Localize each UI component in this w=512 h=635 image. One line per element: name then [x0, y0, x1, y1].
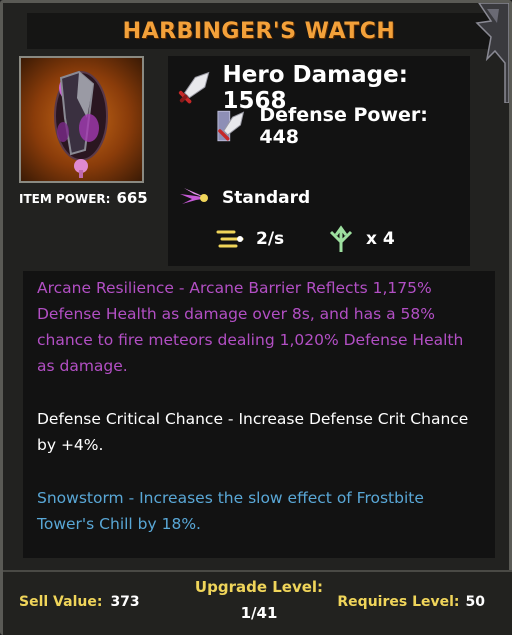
attack-speed-text: 2/s	[256, 229, 285, 249]
snowstorm-text: Snowstorm - Increases the slow effect of…	[37, 489, 424, 533]
attack-speed-icon	[216, 230, 244, 248]
upgrade-level: Upgrade Level: 1/41	[183, 578, 335, 622]
sell-value-label: Sell Value:	[19, 594, 103, 610]
defense-sword-icon	[217, 110, 245, 142]
sword-icon	[178, 71, 210, 104]
multishot-icon	[329, 225, 353, 252]
upgrade-level-value: 1/41	[240, 604, 278, 622]
item-power-label: ITEM POWER:	[19, 192, 111, 206]
defense-power-row: Defense Power: 448	[214, 104, 470, 148]
footer-bar: Sell Value: 373 Upgrade Level: 1/41 Requi…	[3, 570, 512, 635]
requires-level-label: Requires Level:	[337, 594, 460, 610]
attack-type-text: Standard	[222, 188, 311, 208]
item-title: HARBINGER'S WATCH	[122, 18, 396, 44]
item-power: ITEM POWER: 665	[19, 189, 149, 207]
defense-power-text: Defense Power: 448	[259, 104, 428, 148]
item-power-value: 665	[116, 189, 148, 207]
arcane-resilience-text: Arcane Resilience - Arcane Barrier Refle…	[37, 279, 464, 375]
requires-level: Requires Level: 50	[337, 594, 485, 610]
harbinger-watch-icon	[54, 70, 108, 178]
upgrade-level-label: Upgrade Level:	[194, 578, 324, 596]
attack-speed-row: 2/s	[216, 226, 284, 252]
projectile-count-row: x 4	[326, 224, 395, 254]
sell-value: Sell Value: 373	[19, 594, 140, 610]
item-tooltip-panel: HARBINGER'S WATCH ITEM POWER: 665 Hero D…	[0, 0, 512, 635]
stats-panel: Hero Damage: 1568 Defense Power: 448 Sta…	[168, 56, 470, 266]
title-bar: HARBINGER'S WATCH	[27, 13, 491, 49]
attack-type-row: Standard	[178, 184, 310, 212]
requires-level-value: 50	[465, 594, 485, 610]
sell-value-number: 373	[110, 594, 140, 610]
item-icon-frame[interactable]	[19, 56, 144, 183]
projectile-count-text: x 4	[366, 229, 395, 249]
standard-attack-icon	[180, 188, 208, 204]
defense-crit-text: Defense Critical Chance - Increase Defen…	[37, 410, 469, 454]
description-panel: Arcane Resilience - Arcane Barrier Refle…	[23, 271, 495, 558]
